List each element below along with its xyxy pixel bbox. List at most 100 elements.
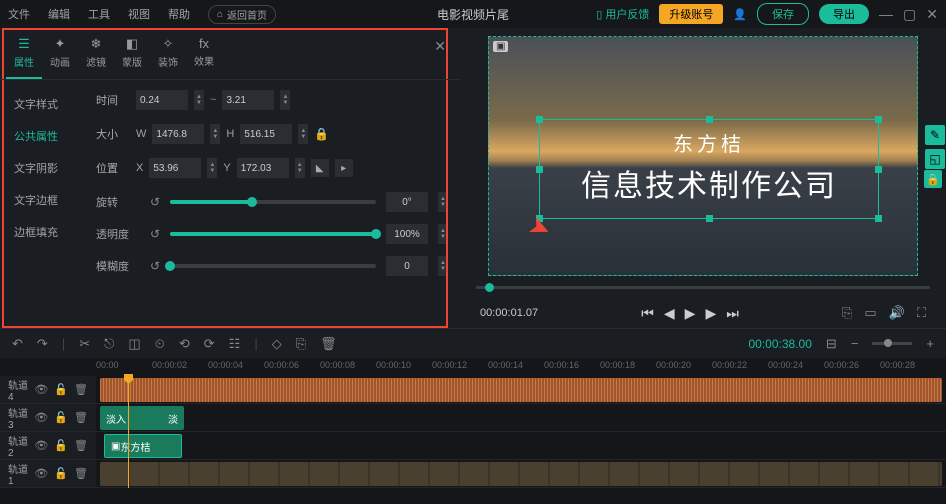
handle-tl[interactable] xyxy=(536,116,543,123)
menu-help[interactable]: 帮助 xyxy=(168,6,190,22)
crop-icon[interactable]: ◱ xyxy=(925,149,945,169)
next-icon[interactable]: ⏭ xyxy=(726,305,739,322)
step-back-icon[interactable]: ◀ xyxy=(664,305,675,322)
tab-mask[interactable]: ◧蒙版 xyxy=(114,32,150,79)
handle-tm[interactable] xyxy=(706,116,713,123)
minimize-icon[interactable]: — xyxy=(879,6,893,23)
handle-ml[interactable] xyxy=(536,166,543,173)
time-end-spinner[interactable]: ▲▼ xyxy=(280,90,290,110)
subnav-fill[interactable]: 边框填充 xyxy=(0,216,84,248)
subnav-text-style[interactable]: 文字样式 xyxy=(0,88,84,120)
menu-bar: 文件 编辑 工具 视图 帮助 ⌂返回首页 xyxy=(8,5,276,24)
trash-icon[interactable]: 🗑 xyxy=(74,439,88,452)
opacity-spinner[interactable]: ▲▼ xyxy=(438,224,448,244)
width-input[interactable] xyxy=(152,124,204,144)
trash-icon[interactable]: 🗑 xyxy=(74,467,88,480)
pos-x-input[interactable] xyxy=(149,158,201,178)
user-icon[interactable]: 👤 xyxy=(733,8,747,21)
eye-icon[interactable]: 👁 xyxy=(34,439,48,452)
title-text-1[interactable]: 东方桔 xyxy=(540,128,878,157)
flip-h-icon[interactable]: ◣ xyxy=(311,159,329,177)
title-clip[interactable]: ▣ 东方桔 xyxy=(104,434,182,458)
zoom-in-icon[interactable]: + xyxy=(926,336,934,351)
eye-icon[interactable]: 👁 xyxy=(34,383,48,396)
scrub-track[interactable] xyxy=(476,286,930,289)
playhead[interactable] xyxy=(128,376,129,488)
audio-clip[interactable] xyxy=(100,378,942,402)
zoom-out-icon[interactable]: − xyxy=(851,336,859,351)
width-spinner[interactable]: ▲▼ xyxy=(210,124,220,144)
snapshot-icon[interactable]: ⎘ xyxy=(842,305,852,321)
time-start-spinner[interactable]: ▲▼ xyxy=(194,90,204,110)
feedback-link[interactable]: ▯ 用户反馈 xyxy=(596,6,649,22)
tab-effect[interactable]: fx效果 xyxy=(186,32,222,79)
time-end-input[interactable] xyxy=(222,90,274,110)
height-input[interactable] xyxy=(240,124,292,144)
close-panel-icon[interactable]: ✕ xyxy=(434,38,446,55)
prev-icon[interactable]: ⏮ xyxy=(641,305,654,322)
upgrade-button[interactable]: 升级账号 xyxy=(659,4,723,24)
lock-track-icon[interactable]: 🔓 xyxy=(54,439,68,452)
time-start-input[interactable] xyxy=(136,90,188,110)
lock-track-icon[interactable]: 🔓 xyxy=(54,411,68,424)
title-text-2[interactable]: 信息技术制作公司 xyxy=(540,161,878,205)
trash-icon[interactable]: 🗑 xyxy=(74,383,88,396)
tab-properties[interactable]: ☰属性 xyxy=(6,32,42,79)
side-lock-icon[interactable]: 🔒 xyxy=(924,170,942,188)
edit-text-icon[interactable]: ✎ xyxy=(925,125,945,145)
current-time: 00:00:01.07 xyxy=(480,307,538,319)
menu-edit[interactable]: 编辑 xyxy=(48,6,70,22)
zoom-fit-icon[interactable]: ⊟ xyxy=(826,336,837,352)
pos-y-input[interactable] xyxy=(237,158,289,178)
fade-clip[interactable]: 淡入淡 xyxy=(100,406,184,430)
subnav-common[interactable]: 公共属性 xyxy=(0,120,84,152)
rotate-label: 旋转 xyxy=(96,194,140,210)
text-selection-box[interactable]: 东方桔 信息技术制作公司 xyxy=(539,119,879,219)
pos-y-spinner[interactable]: ▲▼ xyxy=(295,158,305,178)
tab-filter[interactable]: ❄滤镜 xyxy=(78,32,114,79)
pos-x-spinner[interactable]: ▲▼ xyxy=(207,158,217,178)
volume-icon[interactable]: 🔊 xyxy=(889,305,905,321)
lock-track-icon[interactable]: 🔓 xyxy=(54,467,68,480)
eye-icon[interactable]: 👁 xyxy=(34,467,48,480)
lock-track-icon[interactable]: 🔓 xyxy=(54,383,68,396)
opacity-slider[interactable] xyxy=(170,232,376,236)
lock-aspect-icon[interactable]: 🔒 xyxy=(314,127,329,141)
maximize-icon[interactable]: ▢ xyxy=(903,6,916,23)
blur-spinner[interactable]: ▲▼ xyxy=(438,256,448,276)
scrub-thumb[interactable] xyxy=(485,283,494,292)
play-icon[interactable]: ▶ xyxy=(685,305,696,322)
save-button[interactable]: 保存 xyxy=(757,3,809,25)
rotate-reset-icon[interactable]: ↺ xyxy=(150,195,160,209)
trash-icon[interactable]: 🗑 xyxy=(74,411,88,424)
handle-mr[interactable] xyxy=(875,166,882,173)
menu-tools[interactable]: 工具 xyxy=(88,6,110,22)
eye-icon[interactable]: 👁 xyxy=(34,411,48,424)
export-button[interactable]: 导出 xyxy=(819,4,869,24)
handle-bm[interactable] xyxy=(706,215,713,222)
menu-file[interactable]: 文件 xyxy=(8,6,30,22)
tab-decor[interactable]: ✧装饰 xyxy=(150,32,186,79)
zoom-slider[interactable] xyxy=(872,342,912,345)
close-icon[interactable]: ✕ xyxy=(926,6,938,23)
video-canvas[interactable]: ▣ 东方桔 信息技术制作公司 ✎ ◱ ➤ xyxy=(488,36,918,276)
opacity-reset-icon[interactable]: ↺ xyxy=(150,227,160,241)
handle-br[interactable] xyxy=(875,215,882,222)
blur-slider[interactable] xyxy=(170,264,376,268)
video-clip[interactable] xyxy=(100,462,942,486)
flip-v-icon[interactable]: ▸ xyxy=(335,159,353,177)
subnav-shadow[interactable]: 文字阴影 xyxy=(0,152,84,184)
step-fwd-icon[interactable]: ▶ xyxy=(705,305,716,322)
handle-tr[interactable] xyxy=(875,116,882,123)
rotate-spinner[interactable]: ▲▼ xyxy=(438,192,448,212)
time-ruler[interactable]: 00:00 00:00:02 00:00:04 00:00:06 00:00:0… xyxy=(96,358,946,376)
blur-reset-icon[interactable]: ↺ xyxy=(150,259,160,273)
subnav-border[interactable]: 文字边框 xyxy=(0,184,84,216)
back-home-button[interactable]: ⌂返回首页 xyxy=(208,5,276,24)
rotate-slider[interactable] xyxy=(170,200,376,204)
tab-animation[interactable]: ✦动画 xyxy=(42,32,78,79)
ratio-icon[interactable]: ▭ xyxy=(864,305,876,321)
fullscreen-icon[interactable]: ⛶ xyxy=(917,305,926,321)
menu-view[interactable]: 视图 xyxy=(128,6,150,22)
height-spinner[interactable]: ▲▼ xyxy=(298,124,308,144)
